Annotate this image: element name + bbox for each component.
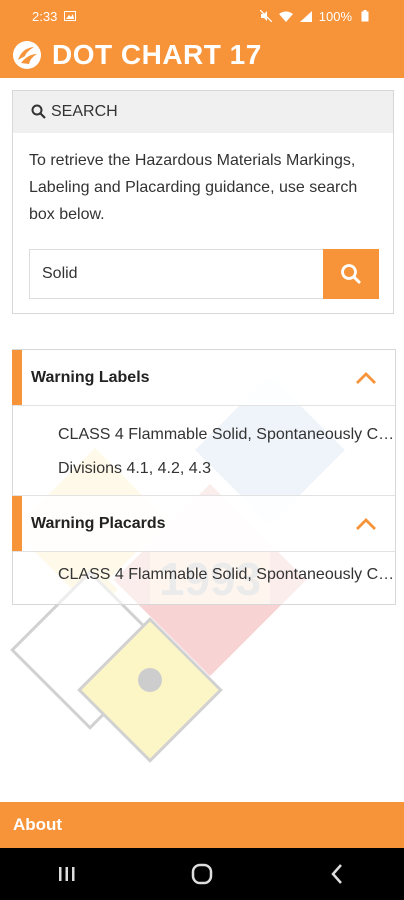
warning-labels-title: Warning Labels xyxy=(31,368,150,386)
warning-labels-body: CLASS 4 Flammable Solid, Spontaneously C… xyxy=(13,406,398,496)
results-list: Warning Labels CLASS 4 Flammable Solid, … xyxy=(12,349,398,605)
warning-placards-body: CLASS 4 Flammable Solid, Spontaneously C… xyxy=(13,552,398,584)
warning-placards-header[interactable]: Warning Placards xyxy=(12,496,395,552)
status-bar: 2:33 100% xyxy=(0,0,404,32)
battery-percent: 100% xyxy=(318,8,352,24)
battery-icon xyxy=(358,10,372,22)
search-header: SEARCH xyxy=(13,91,393,133)
wifi-icon xyxy=(278,10,293,22)
list-item[interactable]: Divisions 4.1, 4.2, 4.3 xyxy=(13,456,398,482)
search-description: To retrieve the Hazardous Materials Mark… xyxy=(29,152,358,223)
list-item[interactable]: CLASS 4 Flammable Solid, Spontaneously C… xyxy=(13,422,398,448)
search-icon xyxy=(341,264,362,285)
mute-icon xyxy=(259,10,273,22)
search-icon xyxy=(31,104,46,119)
recent-apps-icon[interactable] xyxy=(47,854,87,894)
accent-bar xyxy=(12,350,22,405)
image-notification-icon xyxy=(63,10,77,22)
about-link[interactable]: About xyxy=(13,815,62,835)
search-input[interactable] xyxy=(29,249,323,299)
warning-labels-header[interactable]: Warning Labels xyxy=(12,350,395,406)
search-row xyxy=(29,249,379,299)
app-title: DOT CHART 17 xyxy=(52,39,262,70)
system-nav-bar xyxy=(0,848,404,900)
home-icon[interactable] xyxy=(182,854,222,894)
accent-bar xyxy=(12,496,22,551)
warning-placards-title: Warning Placards xyxy=(31,514,166,532)
search-button[interactable] xyxy=(323,249,379,299)
signal-icon xyxy=(299,10,313,22)
footer-bar: About xyxy=(0,802,404,848)
back-icon[interactable] xyxy=(317,854,357,894)
chevron-up-icon[interactable] xyxy=(355,371,377,385)
search-header-label: SEARCH xyxy=(51,103,118,120)
app-bar: DOT CHART 17 xyxy=(0,32,404,78)
search-card: SEARCH To retrieve the Hazardous Materia… xyxy=(12,90,394,314)
status-time: 2:33 xyxy=(32,8,58,24)
dot-logo-icon xyxy=(13,41,41,69)
list-item[interactable]: CLASS 4 Flammable Solid, Spontaneously C… xyxy=(13,566,398,584)
chevron-up-icon[interactable] xyxy=(355,517,377,531)
